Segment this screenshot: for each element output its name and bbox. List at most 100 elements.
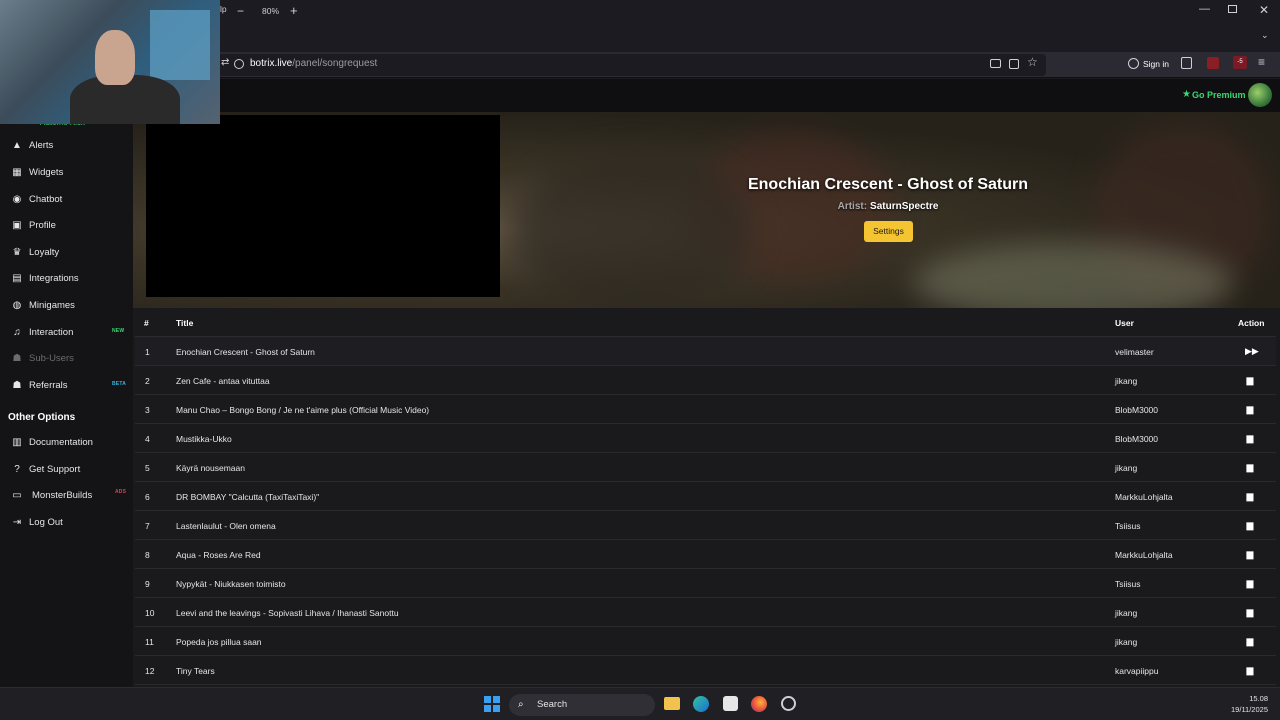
sidebar-item-label: Log Out bbox=[29, 517, 63, 528]
extension-badge-icon[interactable]: -5 bbox=[1233, 56, 1247, 69]
table-row: 8 Aqua - Roses Are Red MarkkuLohjalta ▆ bbox=[135, 540, 1276, 569]
sidebar-item-loyalty[interactable]: ♛ Loyalty bbox=[0, 243, 133, 265]
steam-icon[interactable] bbox=[781, 696, 796, 711]
table-row: 10 Leevi and the leavings - Sopivasti Lih… bbox=[135, 598, 1276, 627]
zoom-in-icon[interactable]: + bbox=[290, 4, 298, 17]
clock-time[interactable]: 15.08 bbox=[1200, 694, 1268, 703]
artist-label: Artist: bbox=[837, 201, 868, 212]
extension-red-icon[interactable] bbox=[1207, 57, 1219, 69]
row-user: MarkkuLohjalta bbox=[1115, 492, 1173, 502]
zoom-level[interactable]: 80% bbox=[262, 6, 279, 16]
sidebar-item-label: Widgets bbox=[29, 167, 64, 178]
row-title: Lastenlaulut - Olen omena bbox=[176, 521, 276, 531]
trash-icon[interactable]: ▆ bbox=[1245, 375, 1255, 385]
table-row: 7 Lastenlaulut - Olen omena Tsiisus ▆ bbox=[135, 511, 1276, 540]
settings-button[interactable]: Settings bbox=[864, 221, 913, 242]
file-explorer-icon[interactable] bbox=[664, 697, 680, 710]
trash-icon[interactable]: ▆ bbox=[1245, 636, 1255, 646]
edge-icon[interactable] bbox=[693, 696, 709, 712]
row-number: 6 bbox=[145, 492, 150, 502]
trash-icon[interactable]: ▆ bbox=[1245, 607, 1255, 617]
row-number: 12 bbox=[145, 666, 155, 676]
column-header-number: # bbox=[144, 318, 149, 328]
taskbar: ⌕ Search 15.08 19/11/2025 bbox=[0, 687, 1280, 720]
sidebar-item-interaction[interactable]: ♫ Interaction NEW bbox=[0, 323, 133, 345]
download-page-icon[interactable] bbox=[1009, 59, 1019, 69]
sidebar-item-label: Referrals bbox=[29, 380, 68, 391]
start-tile bbox=[493, 705, 500, 712]
music-icon: ♫ bbox=[13, 327, 21, 338]
sidebar-item-profile[interactable]: ▣ Profile bbox=[0, 216, 133, 238]
sidebar-item-widgets[interactable]: ▦ Widgets bbox=[0, 163, 133, 185]
bookmark-star-icon[interactable]: ☆ bbox=[1027, 55, 1038, 69]
row-user: jikang bbox=[1115, 463, 1138, 473]
referral-icon: ☗ bbox=[12, 380, 22, 391]
close-icon[interactable]: ✕ bbox=[1259, 3, 1269, 17]
sidebar-item-label: Get Support bbox=[29, 464, 81, 475]
sidebar-item-chatbot[interactable]: ◉ Chatbot bbox=[0, 190, 133, 212]
clock-date[interactable]: 19/11/2025 bbox=[1200, 705, 1268, 714]
sidebar-item-minigames[interactable]: ◍ Minigames bbox=[0, 296, 133, 318]
row-user: jikang bbox=[1115, 637, 1138, 647]
row-user: BlobM3000 bbox=[1115, 434, 1159, 444]
trash-icon[interactable]: ▆ bbox=[1245, 520, 1255, 530]
other-options-title: Other Options bbox=[8, 412, 76, 423]
table-row: 9 Nypykät - Niukkasen toimisto Tsiisus ▆ bbox=[135, 569, 1276, 598]
start-tile bbox=[484, 696, 491, 703]
sign-in-button[interactable]: Sign in bbox=[1143, 59, 1169, 69]
row-number: 10 bbox=[145, 608, 155, 618]
column-header-action: Action bbox=[1238, 318, 1265, 328]
account-icon[interactable] bbox=[1128, 58, 1139, 69]
sidebar-item-get-support[interactable]: ? Get Support bbox=[0, 460, 133, 482]
sidebar-item-monsterbuilds[interactable]: ▭ MonsterBuilds ADS bbox=[0, 486, 133, 508]
table-row: 11 Popeda jos pillua saan jikang ▆ bbox=[135, 627, 1276, 656]
trash-icon[interactable]: ▆ bbox=[1245, 433, 1255, 443]
trash-icon[interactable]: ▆ bbox=[1245, 404, 1255, 414]
permissions-icon[interactable]: ⇄ bbox=[221, 57, 229, 68]
taskbar-search[interactable]: ⌕ Search bbox=[509, 694, 655, 716]
extensions-icon[interactable] bbox=[1181, 57, 1192, 69]
picture-in-picture-icon[interactable] bbox=[990, 59, 1001, 68]
artist-name: SaturnSpectre bbox=[870, 201, 939, 212]
trash-icon[interactable]: ▆ bbox=[1245, 665, 1255, 675]
firefox-icon[interactable] bbox=[751, 696, 767, 712]
avatar[interactable] bbox=[1248, 83, 1272, 107]
row-user: jikang bbox=[1115, 608, 1138, 618]
tab-fragment[interactable]: lp bbox=[220, 4, 227, 14]
minimize-icon[interactable]: — bbox=[1199, 3, 1210, 15]
url-text[interactable]: botrix.live/panel/songrequest bbox=[250, 58, 377, 69]
row-user: karvapiippu bbox=[1115, 666, 1159, 676]
zoom-out-icon[interactable]: − bbox=[237, 5, 244, 17]
now-playing-artist: Artist: SaturnSpectre bbox=[600, 201, 1176, 212]
table-row: 6 DR BOMBAY "Calcutta (TaxiTaxiTaxi)" Mark… bbox=[135, 482, 1276, 511]
trash-icon[interactable]: ▆ bbox=[1245, 549, 1255, 559]
sidebar-item-referrals[interactable]: ☗ Referrals BETA bbox=[0, 376, 133, 398]
row-user: Tsiisus bbox=[1115, 579, 1141, 589]
go-premium-link[interactable]: Go Premium bbox=[1192, 90, 1246, 100]
table-header: # Title User Action bbox=[135, 308, 1276, 337]
sidebar-item-integrations[interactable]: ▤ Integrations bbox=[0, 269, 133, 291]
sidebar-item-label: Documentation bbox=[29, 437, 93, 448]
row-number: 4 bbox=[145, 434, 150, 444]
menu-icon[interactable]: ≡ bbox=[1258, 55, 1265, 69]
windows-start-icon[interactable] bbox=[484, 696, 500, 712]
book-icon: ▥ bbox=[12, 437, 22, 448]
sidebar-item-alerts[interactable]: ▲ Alerts bbox=[0, 136, 133, 158]
video-player[interactable] bbox=[146, 115, 500, 297]
table-row: 12 Tiny Tears karvapiippu ▆ bbox=[135, 656, 1276, 685]
row-title: Popeda jos pillua saan bbox=[176, 637, 262, 647]
trash-icon[interactable]: ▆ bbox=[1245, 491, 1255, 501]
trash-icon[interactable]: ▆ bbox=[1245, 462, 1255, 472]
store-icon[interactable] bbox=[723, 696, 738, 711]
sidebar-item-log-out[interactable]: ⇥ Log Out bbox=[0, 513, 133, 535]
sidebar-item-documentation[interactable]: ▥ Documentation bbox=[0, 433, 133, 455]
trash-icon[interactable]: ▆ bbox=[1245, 578, 1255, 588]
skip-icon[interactable]: ▶▶ bbox=[1245, 346, 1259, 356]
warning-icon: ▲ bbox=[12, 140, 22, 151]
restore-icon[interactable] bbox=[1228, 5, 1237, 13]
tab-list-chevron-icon[interactable]: ⌄ bbox=[1261, 30, 1269, 41]
search-icon: ⌕ bbox=[518, 699, 524, 710]
sidebar-item-label: Loyalty bbox=[29, 247, 60, 258]
tracking-protection-icon[interactable] bbox=[234, 59, 244, 69]
premium-star-icon: ★ bbox=[1182, 89, 1191, 100]
